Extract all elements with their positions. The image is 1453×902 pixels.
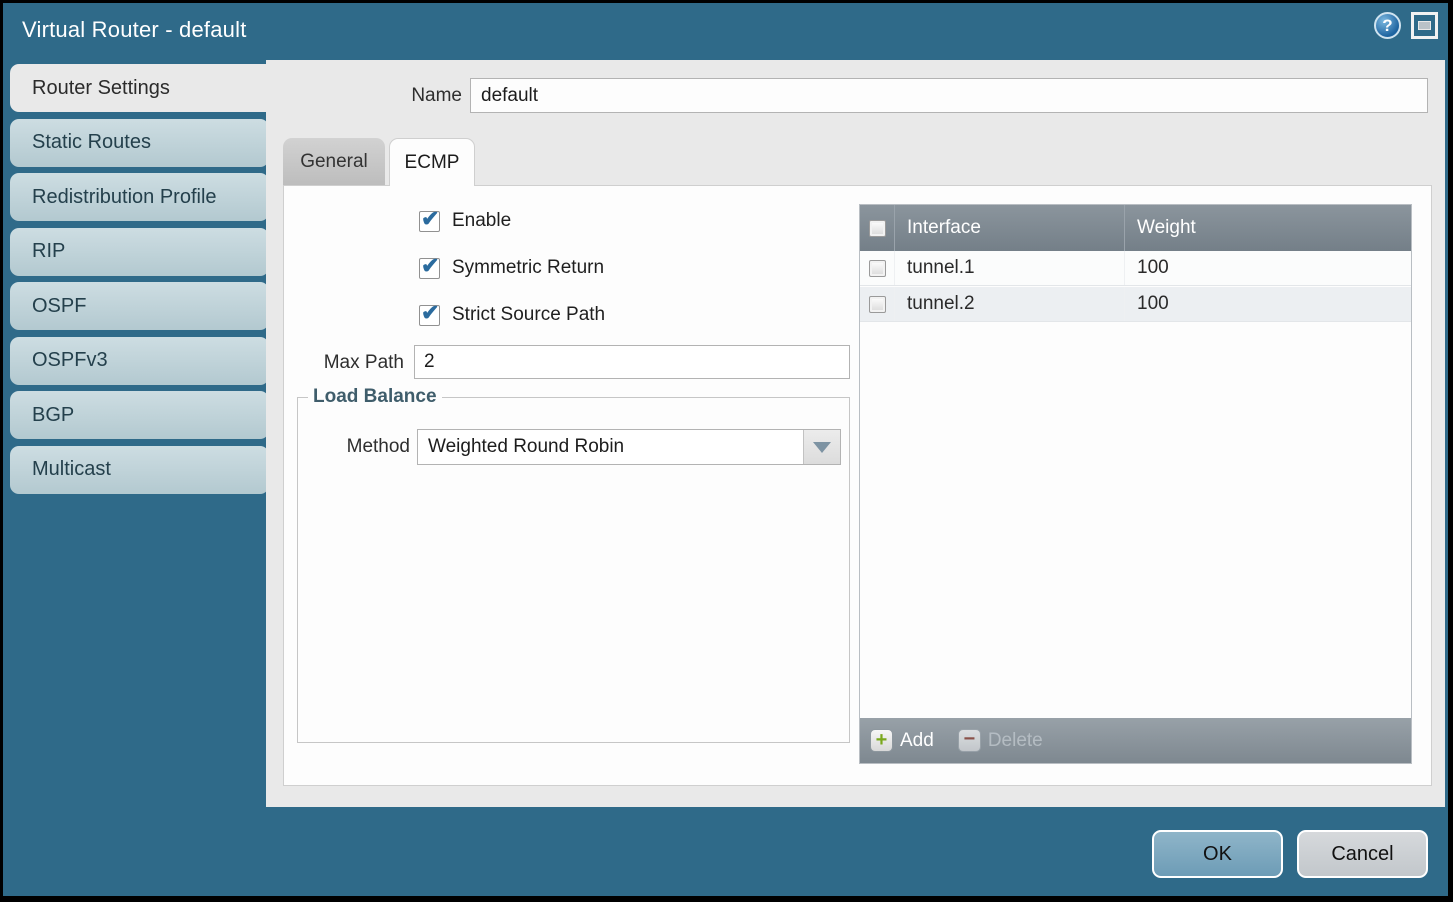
minus-icon: − bbox=[958, 729, 981, 752]
cancel-button[interactable]: Cancel bbox=[1297, 830, 1428, 878]
select-all-checkbox[interactable] bbox=[869, 220, 886, 237]
enable-checkbox[interactable] bbox=[419, 211, 440, 232]
help-icon[interactable]: ? bbox=[1374, 12, 1401, 39]
sidebar-item-bgp[interactable]: BGP bbox=[10, 391, 269, 439]
sidebar-item-multicast[interactable]: Multicast bbox=[10, 446, 269, 494]
weight-cell: 100 bbox=[1125, 251, 1411, 285]
load-balance-legend: Load Balance bbox=[308, 386, 442, 408]
symmetric-return-row: Symmetric Return bbox=[419, 256, 604, 280]
weight-cell: 100 bbox=[1125, 287, 1411, 321]
sidebar-item-redistribution-profile[interactable]: Redistribution Profile bbox=[10, 173, 269, 221]
delete-button-label: Delete bbox=[988, 730, 1043, 752]
interface-table: Interface Weight tunnel.1 100 tunnel.2 1… bbox=[859, 204, 1412, 764]
titlebar: Virtual Router - default ? bbox=[3, 3, 1448, 60]
screen: Virtual Router - default ? Router Settin… bbox=[0, 0, 1453, 902]
row-checkbox[interactable] bbox=[869, 296, 886, 313]
table-row[interactable]: tunnel.1 100 bbox=[860, 251, 1411, 286]
virtual-router-dialog: Virtual Router - default ? Router Settin… bbox=[3, 3, 1448, 896]
sidebar-item-rip[interactable]: RIP bbox=[10, 228, 269, 276]
delete-button[interactable]: − Delete bbox=[958, 729, 1043, 752]
enable-row: Enable bbox=[419, 209, 511, 233]
method-dropdown[interactable]: Weighted Round Robin bbox=[417, 429, 841, 465]
max-path-label: Max Path bbox=[284, 352, 404, 374]
add-button-label: Add bbox=[900, 730, 934, 752]
table-header-row: Interface Weight bbox=[860, 205, 1411, 251]
symmetric-return-checkbox[interactable] bbox=[419, 258, 440, 279]
plus-icon: + bbox=[870, 729, 893, 752]
tab-general[interactable]: General bbox=[283, 138, 385, 185]
interface-cell: tunnel.2 bbox=[895, 287, 1125, 321]
sidebar-item-ospfv3[interactable]: OSPFv3 bbox=[10, 337, 269, 385]
method-label: Method bbox=[298, 436, 410, 458]
add-button[interactable]: + Add bbox=[870, 729, 934, 752]
tab-ecmp[interactable]: ECMP bbox=[389, 138, 475, 186]
window-restore-icon[interactable] bbox=[1411, 12, 1438, 39]
enable-label: Enable bbox=[452, 210, 511, 232]
name-label: Name bbox=[266, 85, 462, 107]
sidebar-item-router-settings[interactable]: Router Settings bbox=[10, 64, 272, 112]
load-balance-fieldset: Load Balance Method Weighted Round Robin bbox=[297, 397, 850, 743]
method-value: Weighted Round Robin bbox=[428, 436, 624, 458]
interface-cell: tunnel.1 bbox=[895, 251, 1125, 285]
ecmp-tab-content: Enable Symmetric Return Strict Source Pa… bbox=[283, 185, 1432, 786]
table-row[interactable]: tunnel.2 100 bbox=[860, 287, 1411, 322]
ok-button[interactable]: OK bbox=[1152, 830, 1283, 878]
name-input[interactable] bbox=[470, 78, 1428, 113]
row-checkbox[interactable] bbox=[869, 260, 886, 277]
interface-column-header[interactable]: Interface bbox=[895, 205, 1125, 251]
sidebar-item-static-routes[interactable]: Static Routes bbox=[10, 119, 269, 167]
sidebar-item-ospf[interactable]: OSPF bbox=[10, 282, 269, 330]
strict-source-path-checkbox[interactable] bbox=[419, 305, 440, 326]
strict-source-path-row: Strict Source Path bbox=[419, 303, 605, 327]
dialog-title: Virtual Router - default bbox=[22, 17, 247, 43]
strict-source-path-label: Strict Source Path bbox=[452, 304, 605, 326]
window-restore-glyph bbox=[1418, 21, 1431, 30]
symmetric-return-label: Symmetric Return bbox=[452, 257, 604, 279]
max-path-input[interactable] bbox=[414, 345, 850, 379]
table-footer: + Add − Delete bbox=[860, 718, 1411, 763]
weight-column-header[interactable]: Weight bbox=[1125, 205, 1411, 251]
main-panel: Name General ECMP Enable Symmetric Retur… bbox=[266, 60, 1445, 807]
sidebar: Router Settings Static Routes Redistribu… bbox=[10, 64, 269, 494]
chevron-down-icon[interactable] bbox=[803, 430, 840, 464]
